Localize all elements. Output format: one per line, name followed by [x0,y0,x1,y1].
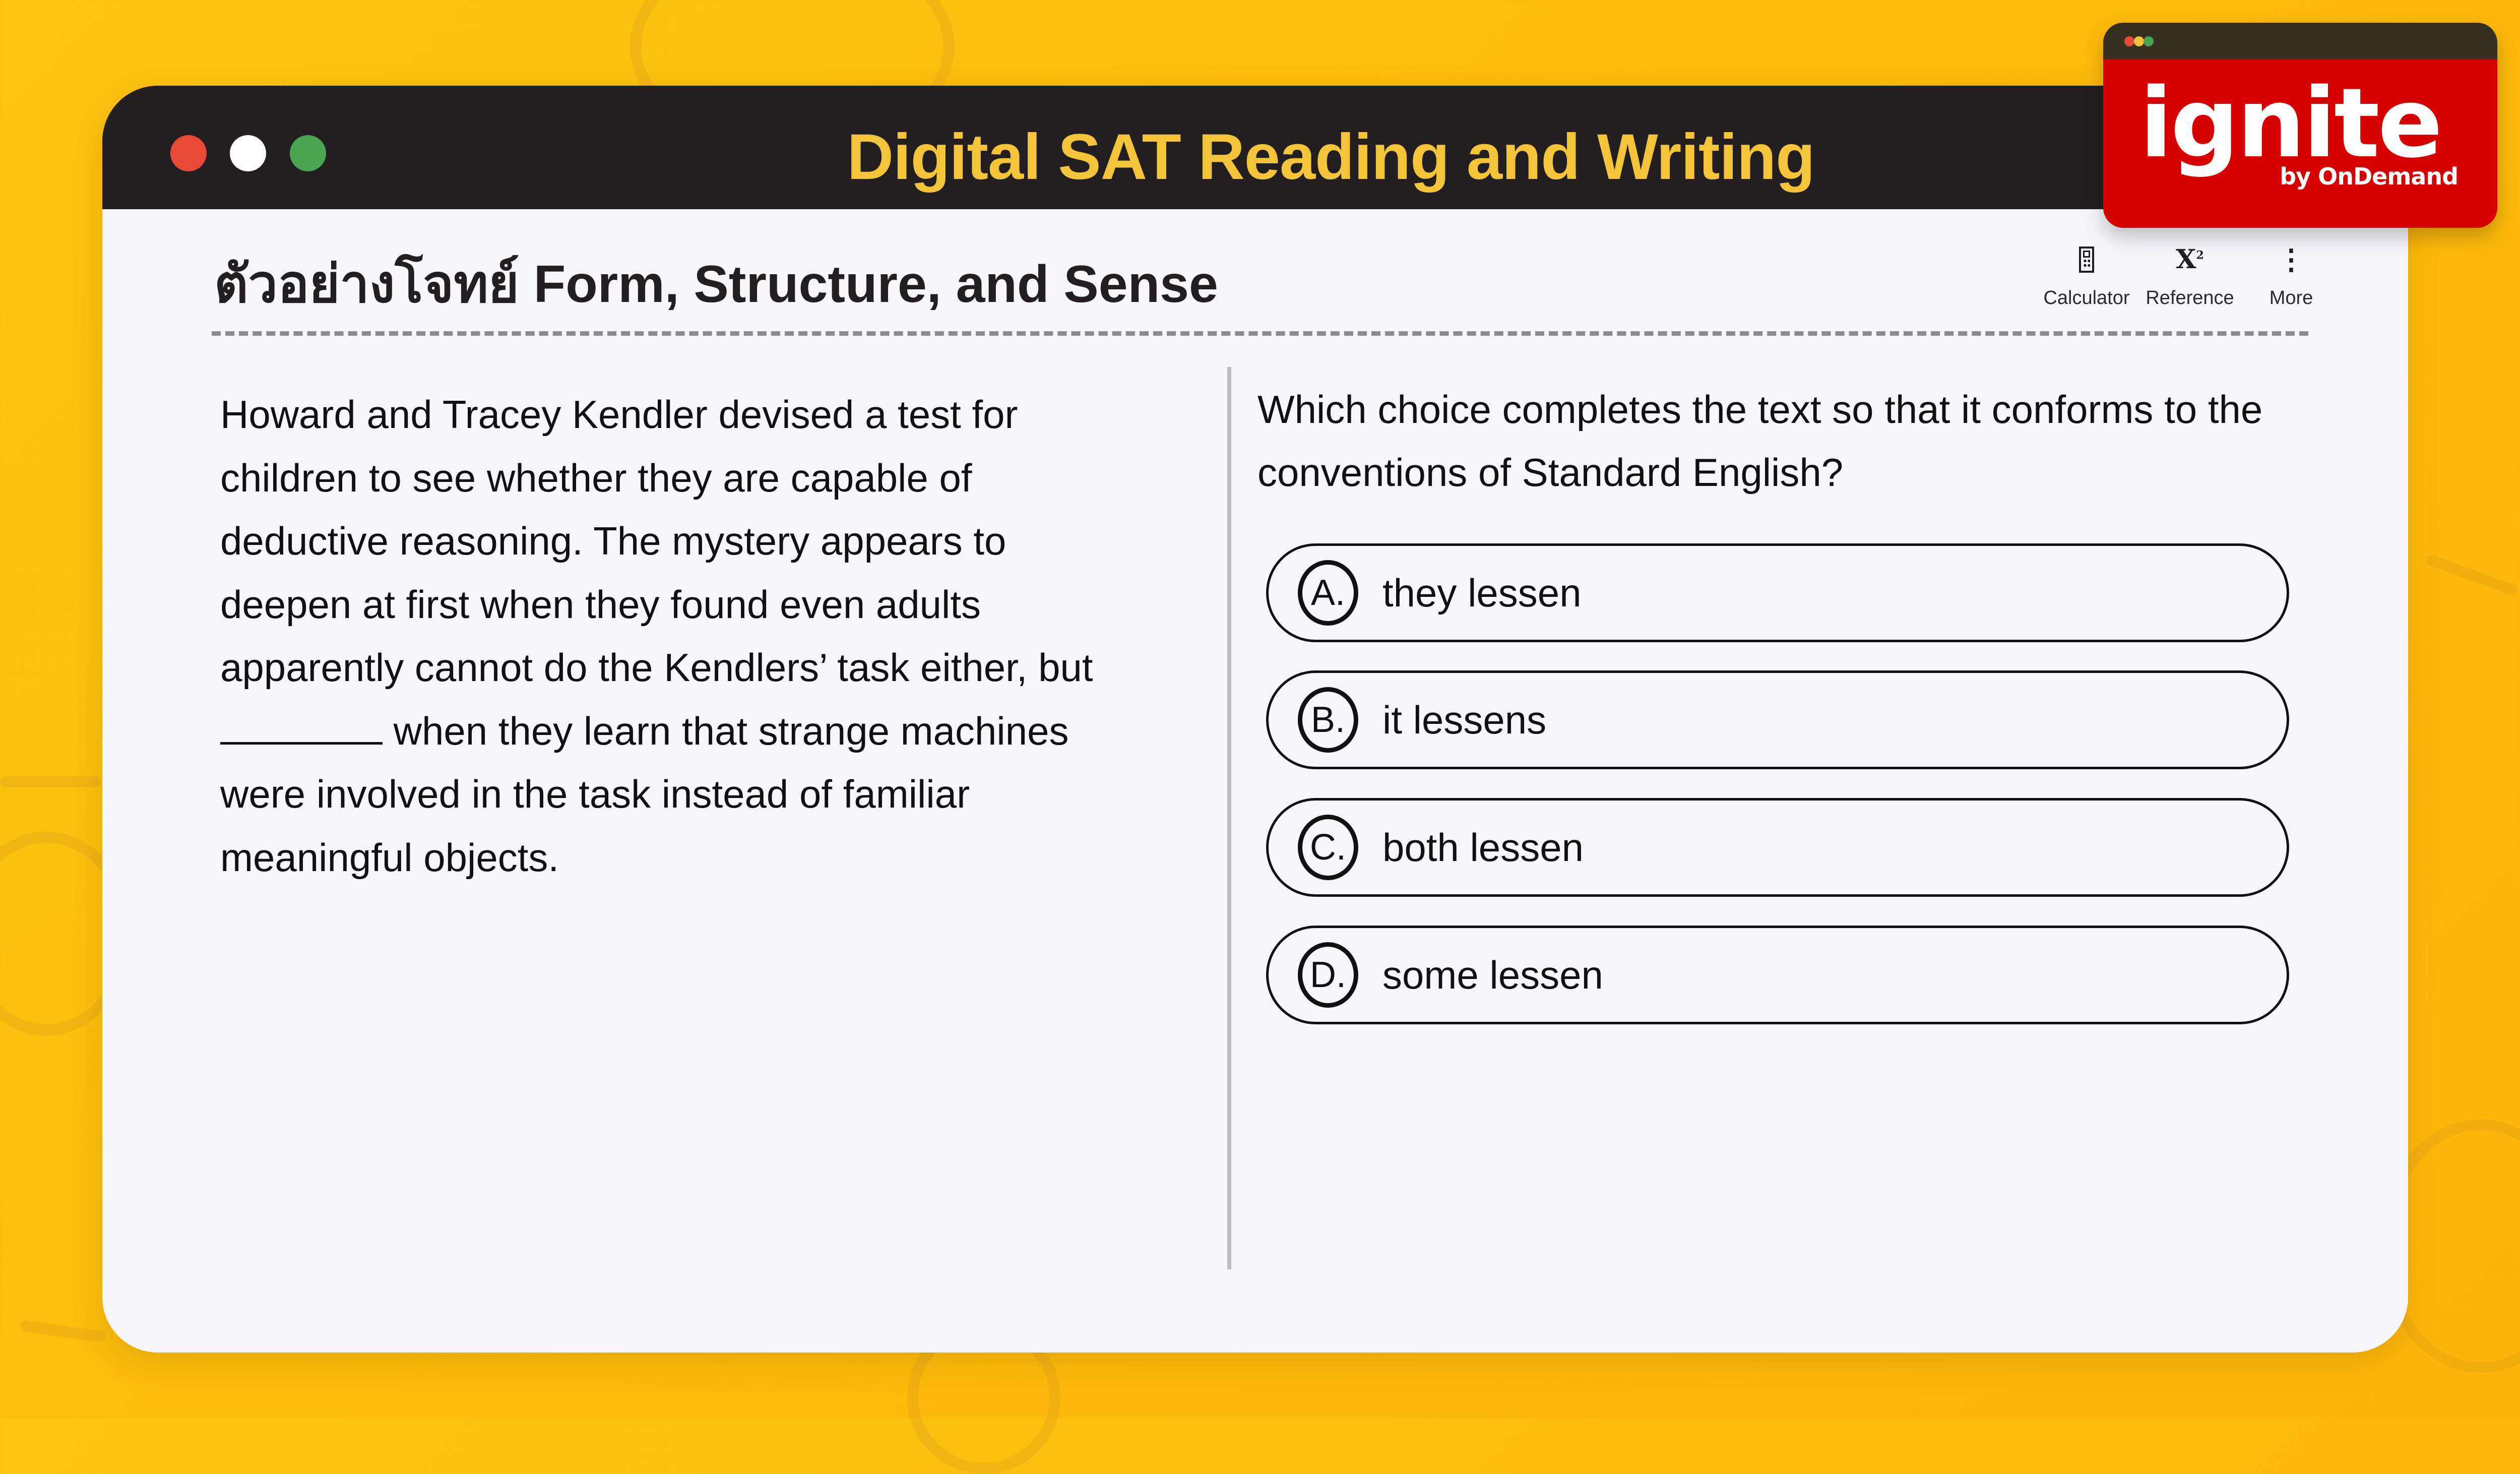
more-label: More [2269,287,2313,309]
background-doodle [20,1320,106,1343]
passage-text: Howard and Tracey Kendler devised a test… [220,383,1178,889]
calculator-button[interactable]: Calculator [2039,237,2134,309]
close-dot-icon [2124,36,2134,46]
background-doodle [0,776,101,787]
title-bar: Digital SAT Reading and Writing [102,86,2408,209]
option-text: some lessen [1382,952,1603,997]
passage-line: deepen at first when they found even adu… [220,582,981,627]
calculator-label: Calculator [2043,287,2130,309]
passage-line: apparently cannot do the Kendlers’ task … [220,645,1093,690]
header-divider [212,331,2308,336]
reference-button[interactable]: X2 Reference [2142,237,2238,309]
x-squared-icon: X2 [2176,244,2204,275]
option-text: they lessen [1382,570,1582,615]
option-text: both lessen [1382,825,1584,870]
exam-window: Digital SAT Reading and Writing ตัวอย่าง… [102,86,2408,1353]
answer-option-a[interactable]: A. they lessen [1266,543,2289,642]
calculator-icon [2079,247,2094,273]
passage-line: meaningful objects. [220,835,559,880]
brand-logo-card: ignite by OnDemand [2103,23,2497,228]
pane-divider[interactable] [1227,367,1231,1269]
passage-line: were involved in the task instead of fam… [220,772,970,816]
app-title: Digital SAT Reading and Writing [847,121,1815,193]
option-letter: D. [1298,942,1358,1008]
more-button[interactable]: ⋮ More [2243,237,2339,309]
vertical-ellipsis-icon: ⋮ [2277,243,2305,275]
question-prompt: Which choice completes the text so that … [1257,387,2263,495]
option-text: it lessens [1382,697,1547,742]
option-letter: B. [1298,687,1358,753]
passage-line: Howard and Tracey Kendler devised a test… [220,392,1018,437]
logo-card-titlebar [2103,23,2497,59]
passage-line: children to see whether they are capable… [220,455,972,500]
reference-label: Reference [2146,287,2234,309]
page-heading: ตัวอย่างโจทย์ Form, Structure, and Sense [214,255,1218,314]
option-letter: C. [1298,815,1358,880]
answer-option-d[interactable]: D. some lessen [1266,926,2289,1024]
passage-line: deductive reasoning. The mystery appears… [220,519,1006,563]
minimize-dot-icon [2134,36,2144,46]
answer-option-c[interactable]: C. both lessen [1266,798,2289,897]
answer-option-b[interactable]: B. it lessens [1266,670,2289,769]
option-letter: A. [1298,560,1358,626]
background-doodle [2425,554,2519,597]
maximize-dot-icon [2144,36,2154,46]
passage-line: when they learn that strange machines [220,700,1178,763]
brand-logo: ignite [2139,68,2442,179]
brand-tagline: by OnDemand [2280,163,2459,190]
answer-blank [220,710,383,745]
